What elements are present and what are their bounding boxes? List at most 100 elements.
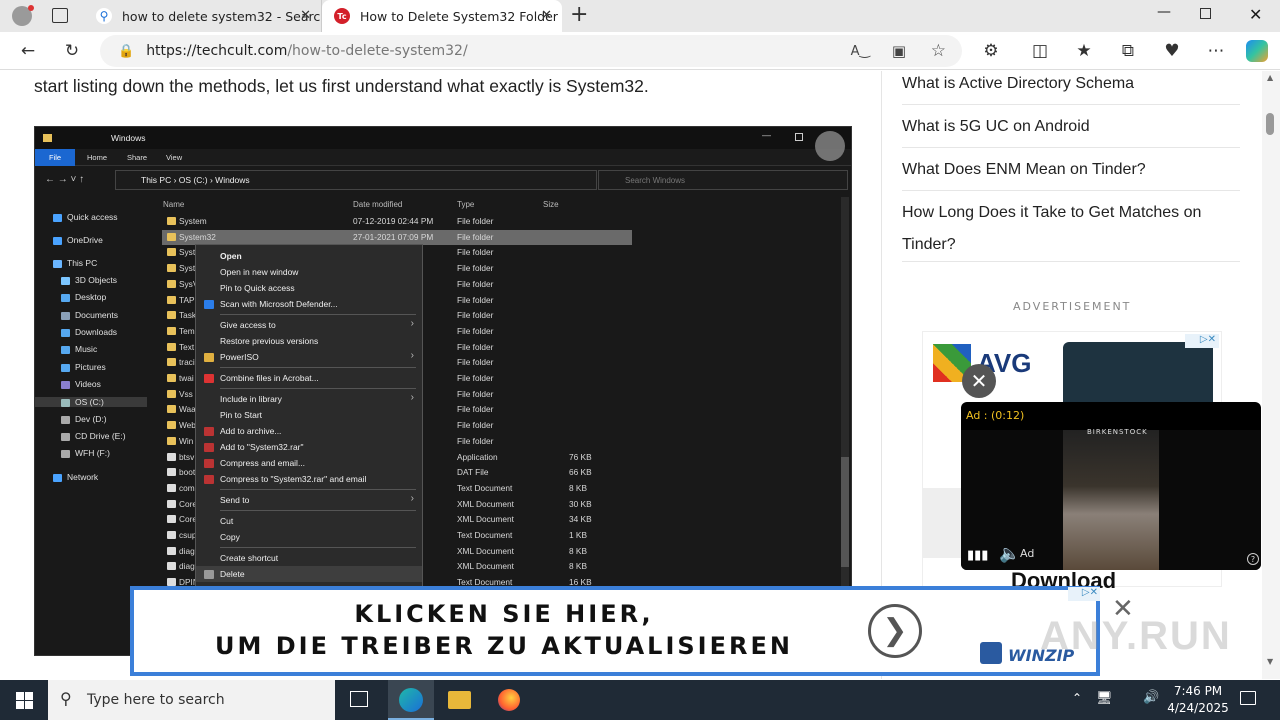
clock-time[interactable]: 7:46 PM: [1170, 684, 1226, 698]
scrollbar-thumb[interactable]: [1266, 113, 1274, 135]
taskbar-search[interactable]: ⚲ Type here to search: [48, 680, 335, 720]
menu-item-label: Scan with Microsoft Defender...: [220, 299, 338, 309]
tab-actions-icon[interactable]: [52, 8, 68, 23]
nav-item-icon: [61, 398, 70, 407]
menu-separator: [220, 314, 416, 315]
divider: [902, 147, 1240, 148]
url-domain: https://techcult.com: [146, 43, 288, 59]
nav-item: Music: [61, 344, 171, 354]
file-explorer-icon[interactable]: [448, 691, 471, 709]
file-type: File folder: [457, 357, 494, 368]
menu-item-icon: [204, 459, 214, 468]
address-bar[interactable]: 🔒 https://techcult.com /how-to-delete-sy…: [100, 35, 962, 67]
volume-icon[interactable]: 🔈: [999, 544, 1020, 564]
file-name: Web: [179, 420, 196, 431]
context-menu-item: Send to ›: [196, 492, 422, 508]
banner-adchoices-icon[interactable]: ▷✕: [1068, 587, 1100, 601]
performance-icon[interactable]: ♥: [1156, 35, 1188, 67]
edge-taskbar-icon[interactable]: [388, 680, 434, 720]
minimize-button[interactable]: —: [1152, 4, 1176, 28]
adchoices-icon[interactable]: ▷✕: [1185, 334, 1219, 348]
file-name: Win: [179, 435, 194, 446]
arrow-circle-icon[interactable]: ❯: [868, 604, 922, 658]
notification-icon[interactable]: [1240, 691, 1256, 705]
new-tab-button[interactable]: +: [570, 2, 588, 27]
menu-icon[interactable]: ⋯: [1200, 35, 1232, 67]
windows-start-icon[interactable]: [16, 692, 33, 709]
file-type: File folder: [457, 404, 494, 415]
file-name: System: [179, 216, 207, 226]
firefox-icon[interactable]: [498, 689, 520, 711]
ad-timer: Ad : (0:12): [966, 409, 1025, 422]
tab-search[interactable]: ⚲ how to delete system32 - Search ✕: [84, 0, 322, 32]
nav-arrows: ← → ˅ ↑: [45, 174, 85, 185]
context-menu-item: Restore previous versions: [196, 333, 422, 349]
close-video-ad-button[interactable]: ✕: [962, 364, 996, 398]
column-size: Size: [543, 200, 559, 209]
context-menu-item: Compress to "System32.rar" and email: [196, 471, 422, 487]
submenu-arrow-icon: ›: [410, 350, 414, 361]
context-menu-item: Copy: [196, 529, 422, 545]
tray-chevron-icon[interactable]: ⌃: [1072, 691, 1082, 705]
menu-item-icon: [204, 427, 214, 436]
collections-icon[interactable]: ⧉: [1112, 35, 1144, 67]
sidebar-link[interactable]: How Long Does it Take to Get Matches on …: [902, 197, 1242, 261]
close-window-button[interactable]: ✕: [1249, 5, 1262, 24]
file-icon: [167, 452, 176, 461]
refresh-button[interactable]: ↻: [56, 35, 88, 67]
task-view-icon[interactable]: [350, 691, 368, 707]
banner-line2: UM DIE TREIBER ZU AKTUALISIEREN: [215, 632, 793, 660]
scroll-up-icon[interactable]: ▲: [1267, 73, 1273, 82]
page-scrollbar[interactable]: ▲ ▼: [1262, 71, 1280, 679]
volume-tray-icon[interactable]: 🔊: [1143, 690, 1159, 705]
favorite-star-icon[interactable]: ☆: [931, 41, 946, 61]
file-size: 66 KB: [569, 467, 592, 478]
favorites-icon[interactable]: ★: [1068, 35, 1100, 67]
nav-item-icon: [61, 415, 70, 424]
nav-item-label: 3D Objects: [75, 275, 118, 285]
file-name: traci: [179, 357, 195, 368]
close-tab-icon[interactable]: ✕: [300, 8, 311, 23]
file-type: XML Document: [457, 561, 514, 572]
nav-item-icon: [61, 328, 70, 337]
file-size: 8 KB: [569, 561, 587, 572]
file-name: csup: [179, 530, 197, 540]
network-tray-icon[interactable]: 🖥: [1096, 691, 1113, 706]
video-ad[interactable]: Ad : (0:12) BIRKENSTOCK ▮▮▮ 🔈 Ad ?: [961, 402, 1261, 570]
sidebar-link[interactable]: What is 5G UC on Android: [902, 111, 1242, 143]
nav-item-label: Quick access: [67, 212, 118, 222]
immersive-reader-icon[interactable]: ▣: [892, 42, 906, 60]
help-icon[interactable]: ?: [1247, 553, 1259, 565]
extensions-icon[interactable]: ⚙: [975, 35, 1007, 67]
column-date: Date modified: [353, 200, 403, 209]
scroll-down-icon[interactable]: ▼: [1267, 657, 1273, 666]
menu-separator: [220, 489, 416, 490]
folder-icon: [167, 295, 176, 304]
menu-item-icon: [204, 443, 214, 452]
context-menu-item: Combine files in Acrobat...: [196, 370, 422, 386]
file-type: File folder: [457, 388, 494, 399]
folder-icon: [167, 358, 176, 367]
sidebar-link[interactable]: What is Active Directory Schema: [902, 68, 1242, 100]
divider: [902, 190, 1240, 191]
banner-ad[interactable]: KLICKEN SIE HIER, UM DIE TREIBER ZU AKTU…: [130, 586, 1100, 676]
crumb: Windows: [215, 175, 250, 185]
nav-item: OneDrive: [53, 235, 163, 245]
clock-date[interactable]: 4/24/2025: [1164, 701, 1232, 715]
menu-separator: [220, 388, 416, 389]
tab-techcult[interactable]: Tc How to Delete System32 Folder in ✕: [322, 0, 562, 32]
back-button[interactable]: ←: [12, 35, 44, 67]
copilot-icon[interactable]: [1246, 40, 1268, 62]
menu-item-label: Restore previous versions: [220, 336, 319, 346]
menu-item-label: Compress to "System32.rar" and email: [220, 474, 367, 484]
read-aloud-icon[interactable]: A‿: [851, 44, 870, 59]
folder-icon: [167, 405, 176, 414]
close-tab-icon[interactable]: ✕: [541, 8, 552, 23]
file-type: File folder: [457, 373, 494, 383]
restore-button[interactable]: [1200, 8, 1211, 19]
ribbon-tab-home: Home: [87, 153, 108, 162]
file-icon: [167, 499, 176, 508]
split-screen-icon[interactable]: ◫: [1024, 35, 1056, 67]
sidebar-link[interactable]: What Does ENM Mean on Tinder?: [902, 154, 1242, 186]
file-size: 30 KB: [569, 498, 592, 509]
